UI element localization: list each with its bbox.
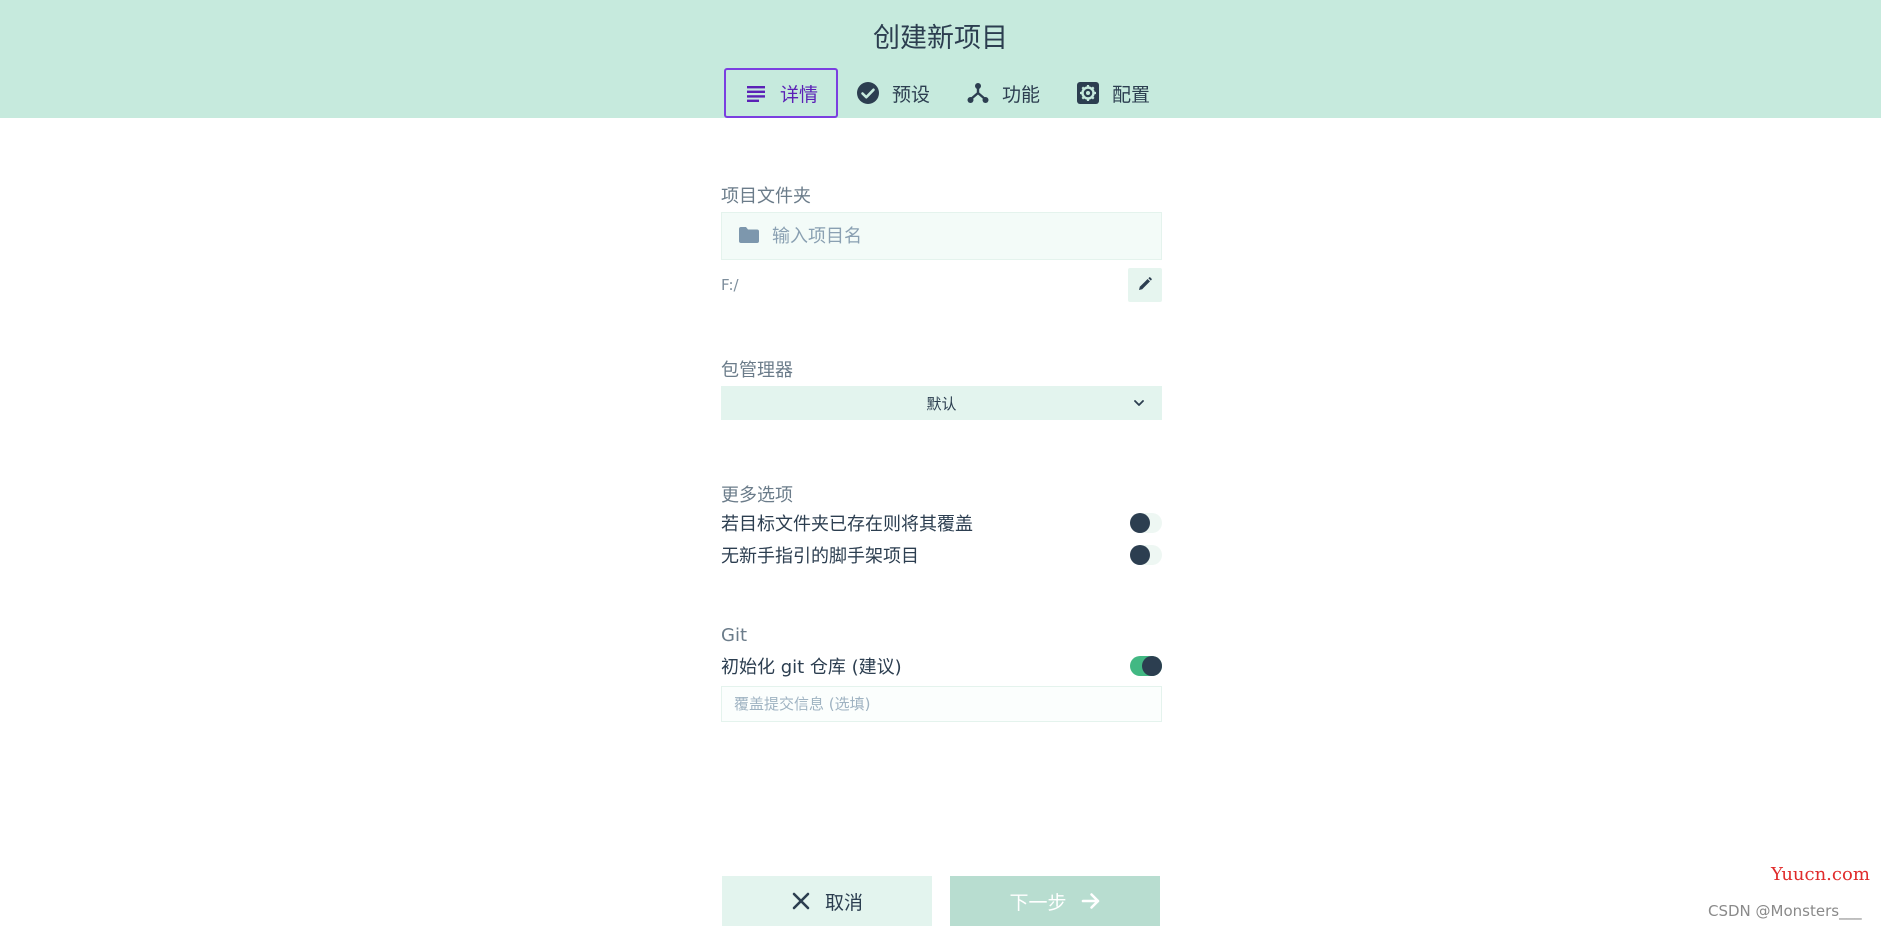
folder-icon <box>738 225 760 247</box>
list-icon <box>744 81 768 105</box>
commit-message-field[interactable] <box>721 686 1162 722</box>
folder-section-label: 项目文件夹 <box>721 186 811 207</box>
no-guide-toggle[interactable] <box>1130 545 1162 565</box>
package-manager-value: 默认 <box>926 394 957 413</box>
cancel-label: 取消 <box>824 891 863 914</box>
site-watermark: Yuucn.com <box>1771 864 1870 885</box>
cancel-button[interactable]: 取消 <box>722 876 932 926</box>
create-project-page: 创建新项目 详情 预设 功能 配置 项目文件夹 输入项目名 F:/ 包管理器 默… <box>0 0 1881 931</box>
tab-presets[interactable]: 预设 <box>838 68 948 118</box>
settings-icon <box>1076 81 1100 105</box>
git-init-toggle[interactable] <box>1130 656 1162 676</box>
next-label: 下一步 <box>1009 891 1067 914</box>
no-guide-option: 无新手指引的脚手架项目 <box>721 541 1162 569</box>
project-path-row: F:/ <box>721 268 1162 302</box>
chevron-down-icon <box>1132 396 1146 410</box>
fork-icon <box>966 81 990 105</box>
commit-message-input[interactable] <box>734 695 1154 713</box>
git-section-label: Git <box>721 625 748 646</box>
overwrite-option-label: 若目标文件夹已存在则将其覆盖 <box>721 514 973 535</box>
package-manager-select[interactable]: 默认 <box>721 386 1162 420</box>
tab-label: 配置 <box>1112 83 1151 106</box>
project-path: F:/ <box>721 276 739 294</box>
header: 创建新项目 详情 预设 功能 配置 <box>0 0 1881 118</box>
edit-path-button[interactable] <box>1128 268 1162 302</box>
more-options-label: 更多选项 <box>721 485 793 506</box>
check-circle-icon <box>856 81 880 105</box>
step-tabs: 详情 预设 功能 配置 <box>724 68 1168 118</box>
overwrite-toggle[interactable] <box>1130 513 1162 533</box>
tab-features[interactable]: 功能 <box>948 68 1058 118</box>
no-guide-option-label: 无新手指引的脚手架项目 <box>721 546 919 567</box>
git-init-label: 初始化 git 仓库 (建议) <box>721 657 902 678</box>
tab-label: 功能 <box>1002 83 1041 106</box>
package-manager-label: 包管理器 <box>721 360 793 381</box>
tab-config[interactable]: 配置 <box>1058 68 1168 118</box>
tab-details[interactable]: 详情 <box>724 68 839 118</box>
overwrite-option: 若目标文件夹已存在则将其覆盖 <box>721 509 1162 537</box>
pencil-icon <box>1138 276 1152 295</box>
arrow-right-icon <box>1081 891 1101 911</box>
project-name-field[interactable] <box>721 212 1162 260</box>
page-title: 创建新项目 <box>873 23 1008 54</box>
author-watermark: CSDN @Monsters___ <box>1708 902 1862 920</box>
tab-label: 预设 <box>892 83 931 106</box>
tab-label: 详情 <box>780 83 819 106</box>
next-button[interactable]: 下一步 <box>950 876 1160 926</box>
close-icon <box>791 891 811 911</box>
git-init-option: 初始化 git 仓库 (建议) <box>721 652 1162 680</box>
project-name-input[interactable] <box>772 225 1132 247</box>
